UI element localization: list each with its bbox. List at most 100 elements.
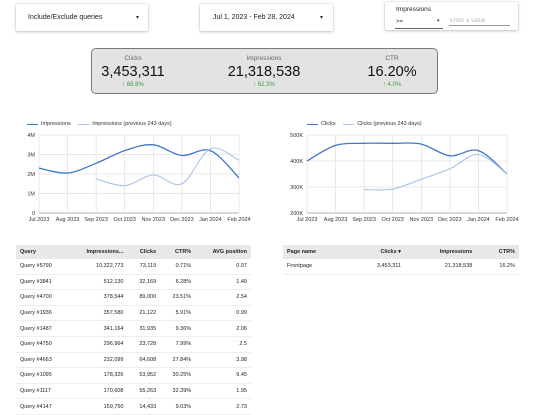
table-cell: 2.73 [195,398,251,415]
table-cell: 27.84% [160,352,196,369]
table-cell: 73,119 [127,259,161,275]
table-cell: 357,580 [68,305,128,322]
table-cell: 32.39% [160,383,196,400]
table-cell: Query #3841 [16,274,69,291]
table-row[interactable]: Query #4700 378,544 89,000 23.51% 2.54 [16,289,251,306]
table-cell: 170,608 [68,383,128,400]
table-row[interactable]: Query #1095 178,326 53,952 30.25% 9.45 [16,367,251,384]
x-tick-label: Nov 2023 [410,217,434,223]
series-line [306,142,508,175]
table-cell: 1.95 [195,383,251,400]
table-cell: 178,326 [68,367,128,384]
page-table-header-2[interactable]: Impressions [404,245,477,259]
table-row[interactable]: Query #1487 341,164 31,935 9.36% 2.06 [16,320,251,337]
table-cell: 9.36% [160,320,196,337]
table-cell: 0.07 [195,259,251,275]
page-table-header-3[interactable]: CTR% [476,245,519,259]
table-cell: 23,728 [127,336,161,353]
table-header-row: Page name Clicks ▾ Impressions CTR% [283,245,519,259]
table-row[interactable]: Query #4750 296,964 23,728 7.99% 2.5 [16,336,251,353]
table-cell: 23.51% [160,289,196,306]
table-cell: Query #4663 [16,352,69,369]
table-cell: 30.25% [160,367,196,384]
query-table-header-1[interactable]: Impressions... [68,245,128,259]
table-cell: 2.54 [195,289,251,306]
x-tick-label: Feb 2024 [495,217,518,223]
table-row[interactable]: Query #5790 10,322,773 73,119 0.71% 0.07 [16,259,251,275]
table-cell: 64,608 [127,352,161,369]
query-table-header-3[interactable]: CTR% [160,245,196,259]
x-tick-label: Nov 2023 [142,217,166,223]
table-row[interactable]: Query #1117 170,608 55,263 32.39% 1.95 [16,383,251,400]
table-row[interactable]: Query #3841 512,130 32,169 6.28% 1.49 [16,274,251,291]
x-tick-label: Sep 2023 [352,217,376,223]
table-cell: 1.49 [195,274,251,291]
table-cell: 21,318,538 [404,259,477,275]
table-cell: 31,935 [127,320,161,337]
table-cell: 9.03% [160,398,196,415]
x-tick-label: Jul 2023 [29,217,50,223]
table-header-row: Query Impressions... Clicks CTR% AVG positio… [16,245,251,259]
x-tick-label: Dec 2023 [438,217,462,223]
table-cell: Query #4700 [16,289,69,306]
x-tick-label: Aug 2023 [324,217,348,223]
table-cell: 2.5 [195,336,251,353]
x-tick-label: Jan 2024 [199,217,222,223]
y-tick-label: 300K [290,185,303,191]
table-cell: 512,130 [68,274,128,291]
table-cell: 3.98 [195,352,251,369]
table-cell: Query #1095 [16,367,69,384]
table-cell: 14,433 [127,398,161,415]
query-table-header-0[interactable]: Query [16,245,69,259]
page-table-header-0[interactable]: Page name [283,245,349,259]
x-tick-label: Aug 2023 [56,217,80,223]
table-cell: 89,000 [127,289,161,306]
page-table-header-1[interactable]: Clicks ▾ [348,245,405,259]
table-cell: 0.99 [195,305,251,322]
x-tick-label: Oct 2023 [382,217,404,223]
x-tick-label: Dec 2023 [170,217,194,223]
page-table: Page name Clicks ▾ Impressions CTR% Frontpa… [283,245,519,275]
table-cell: 341,164 [68,320,128,337]
table-row[interactable]: Frontpage 3,453,311 21,318,538 16.2% [283,259,519,275]
table-cell: 0.71% [160,259,196,275]
y-tick-label: 3M [27,153,35,159]
y-tick-label: 2M [27,172,35,178]
table-cell: 21,122 [127,305,161,322]
table-row[interactable]: Query #1936 357,580 21,122 5.91% 0.99 [16,305,251,322]
table-cell: 10,322,773 [68,259,128,275]
table-cell: 6.28% [160,274,196,291]
query-table: Query Impressions... Clicks CTR% AVG positio… [16,245,251,415]
x-tick-label: Jan 2024 [467,217,490,223]
table-cell: 5.91% [160,305,196,322]
table-cell: 3,453,311 [348,259,405,275]
table-cell: 7.99% [160,336,196,353]
table-cell: 232,099 [68,352,128,369]
table-cell: 159,750 [68,398,128,415]
x-tick-label: Jul 2023 [297,217,318,223]
table-cell: Query #1936 [16,305,69,322]
x-tick-label: Oct 2023 [114,217,136,223]
query-table-header-2[interactable]: Clicks [127,245,161,259]
x-tick-label: Feb 2024 [227,217,250,223]
y-tick-label: 4M [27,133,35,139]
table-row[interactable]: Query #4147 159,750 14,433 9.03% 2.73 [16,398,251,415]
y-tick-label: 400K [290,159,303,165]
table-cell: 296,964 [68,336,128,353]
table-cell: 378,544 [68,289,128,306]
table-cell: Query #4147 [16,398,69,415]
table-cell: Frontpage [283,259,349,275]
table-cell: 9.45 [195,367,251,384]
table-cell: 32,169 [127,274,161,291]
query-table-header-4[interactable]: AVG position [195,245,251,259]
x-tick-label: Sep 2023 [84,217,108,223]
y-tick-label: 500K [290,133,303,139]
table-row[interactable]: Query #4663 232,099 64,608 27.84% 3.98 [16,352,251,369]
series-line [364,153,508,191]
table-cell: 16.2% [476,259,519,275]
table-cell: 2.06 [195,320,251,337]
table-cell: Query #4750 [16,336,69,353]
table-cell: Query #1117 [16,383,69,400]
table-cell: 53,952 [127,367,161,384]
table-cell: 55,263 [127,383,161,400]
